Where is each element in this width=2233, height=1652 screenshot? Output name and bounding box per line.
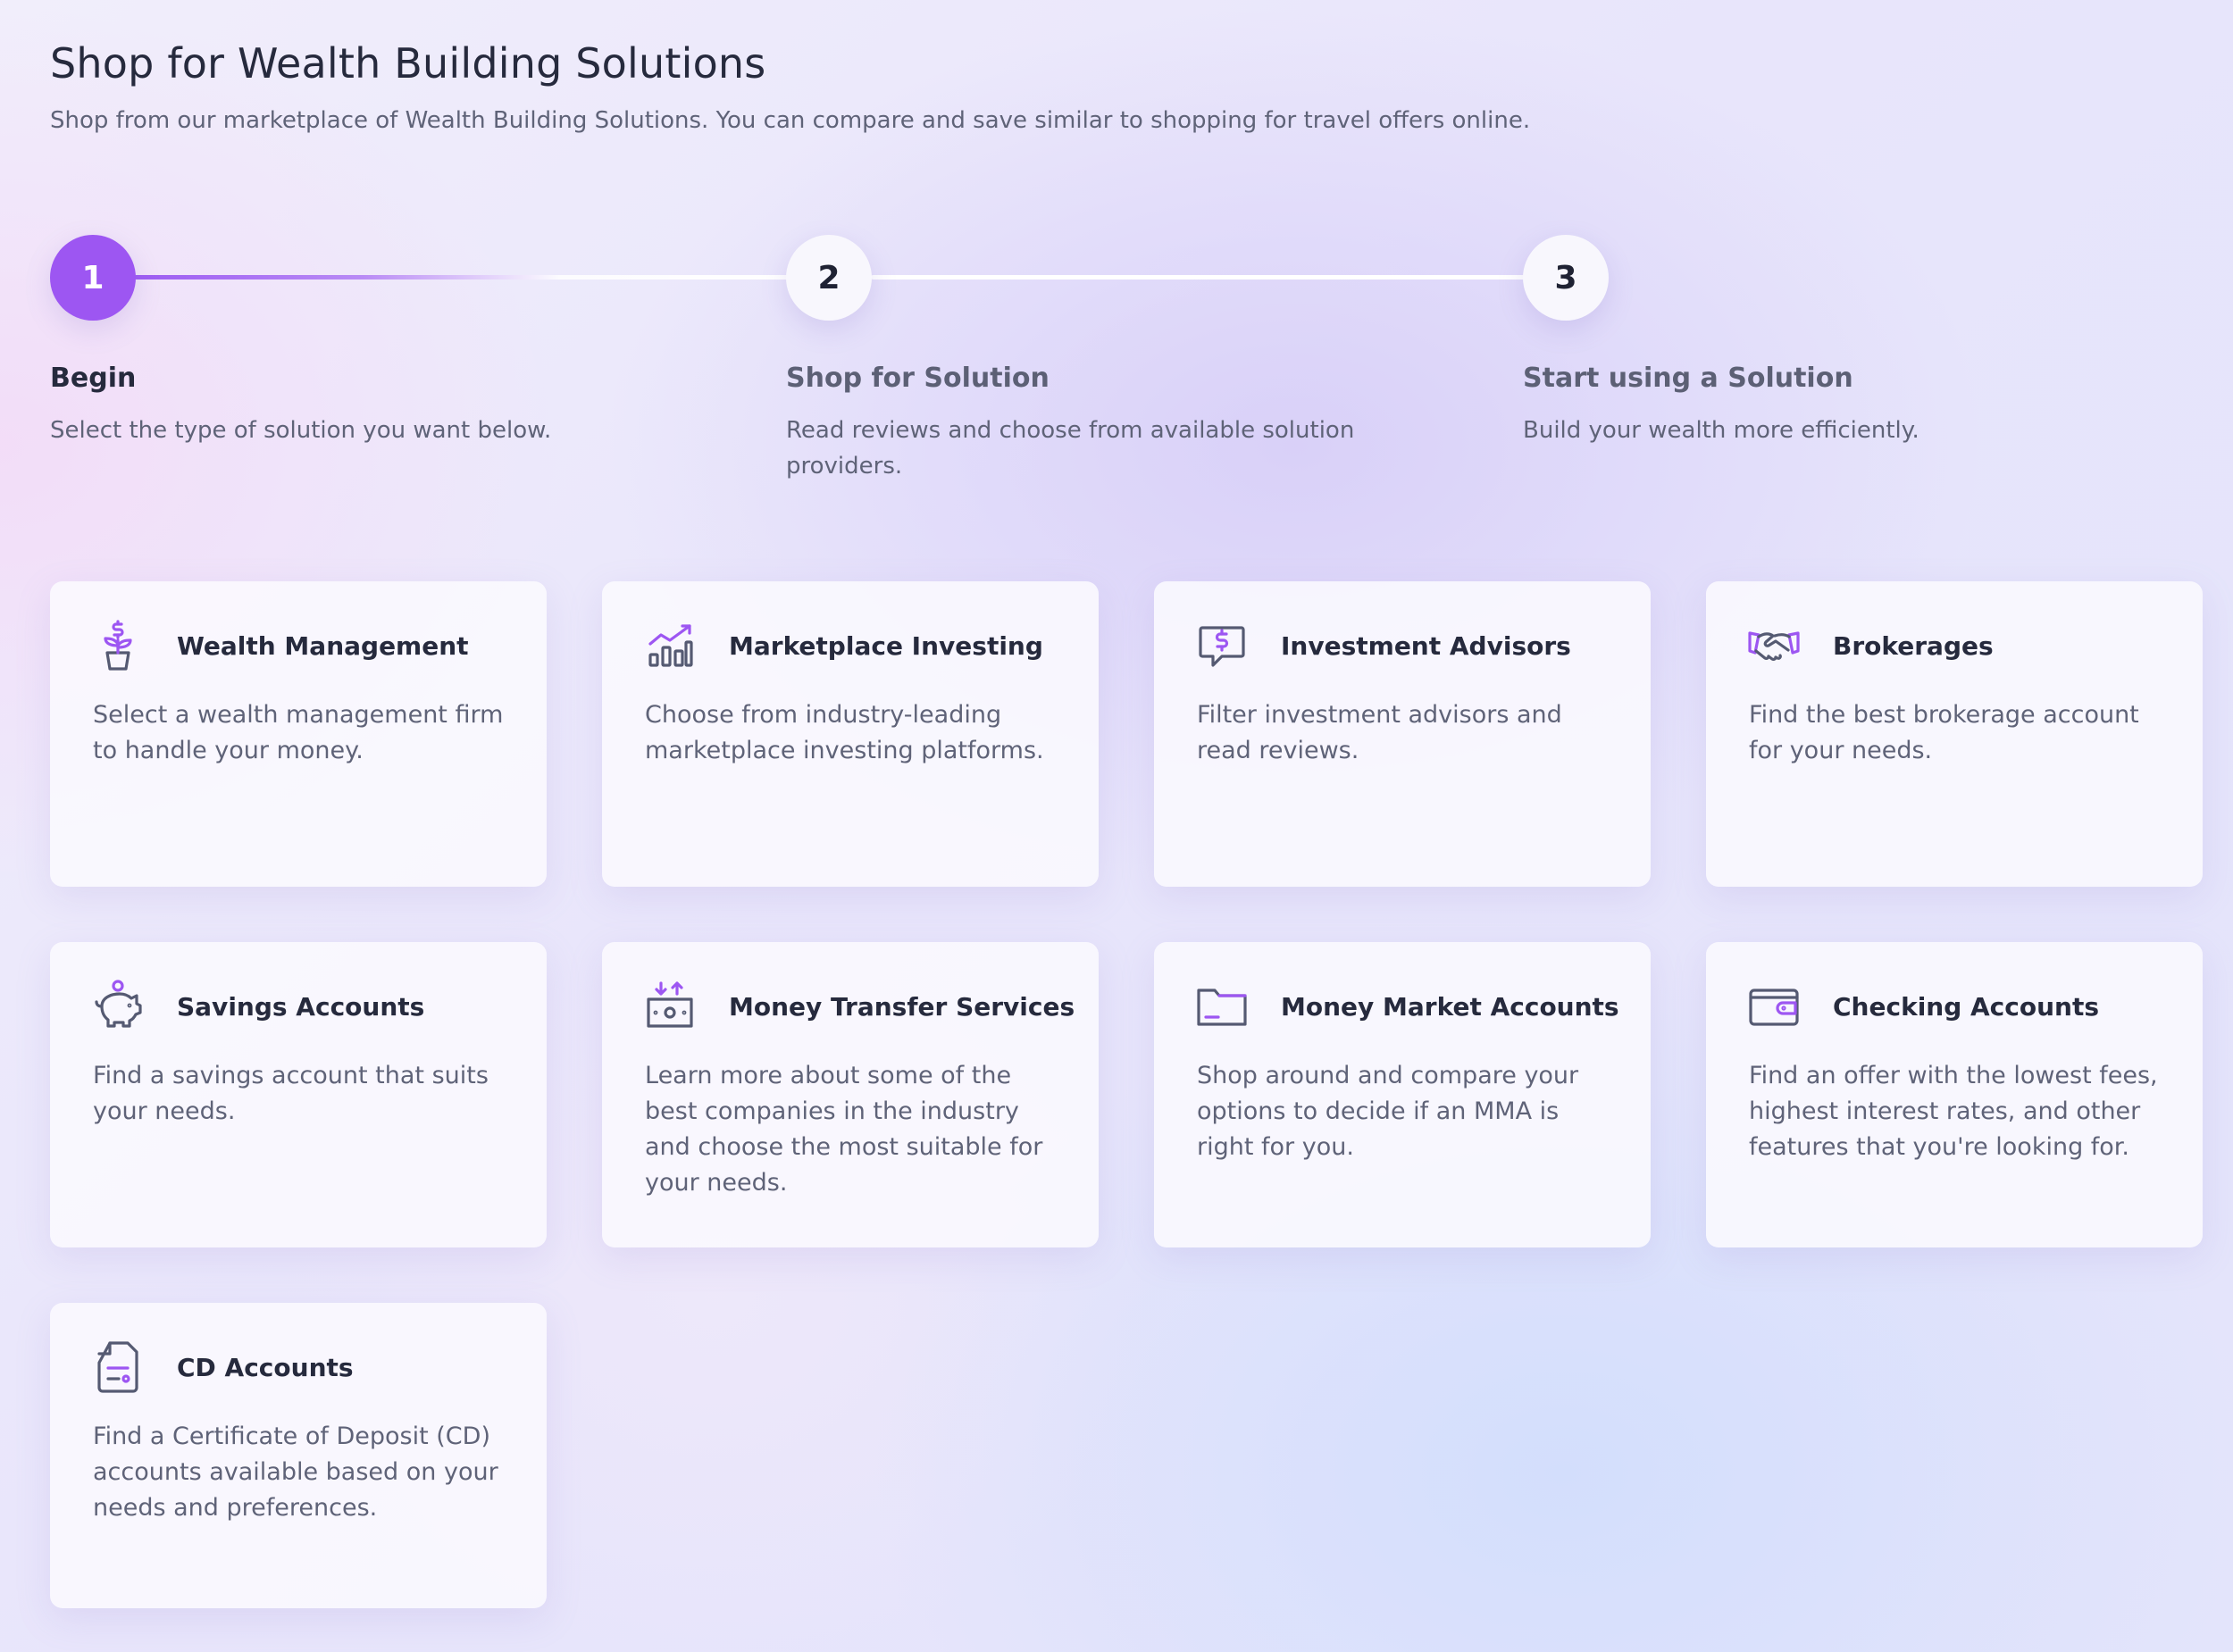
page-subtitle: Shop from our marketplace of Wealth Buil…: [50, 107, 1531, 134]
solution-card-money-transfer-services[interactable]: Money Transfer Services Learn more about…: [602, 942, 1099, 1247]
step-1-description: Select the type of solution you want bel…: [50, 417, 552, 444]
step-connector-1: [134, 275, 790, 280]
card-description: Find a savings account that suits your n…: [93, 1062, 489, 1125]
card-description: Shop around and compare your options to …: [1197, 1062, 1579, 1161]
handshake-icon: [1747, 619, 1801, 672]
step-2-title: Shop for Solution: [786, 363, 1050, 394]
solution-card-wealth-management[interactable]: Wealth Management Select a wealth manage…: [50, 581, 547, 887]
solution-card-brokerages[interactable]: Brokerages Find the best brokerage accou…: [1706, 581, 2203, 887]
card-title: Money Transfer Services: [729, 992, 1075, 1022]
card-description: Select a wealth management firm to handl…: [93, 701, 504, 764]
solution-card-money-market-accounts[interactable]: Money Market Accounts Shop around and co…: [1154, 942, 1651, 1247]
card-title: Wealth Management: [177, 631, 469, 661]
step-2-circle[interactable]: 2: [786, 235, 872, 321]
piggy-bank-icon: [91, 980, 145, 1033]
document-settings-icon: [91, 1340, 145, 1394]
bar-chart-trend-icon: [643, 619, 697, 672]
card-description: Find a Certificate of Deposit (CD) accou…: [93, 1423, 498, 1522]
step-3-description: Build your wealth more efficiently.: [1523, 417, 1919, 444]
plant-dollar-icon: [91, 619, 145, 672]
money-transfer-icon: [643, 980, 697, 1033]
folder-icon: [1195, 980, 1249, 1033]
card-title: CD Accounts: [177, 1353, 354, 1382]
solution-card-savings-accounts[interactable]: Savings Accounts Find a savings account …: [50, 942, 547, 1247]
card-title: Marketplace Investing: [729, 631, 1043, 661]
card-description: Find the best brokerage account for your…: [1749, 701, 2139, 764]
card-title: Savings Accounts: [177, 992, 425, 1022]
step-connector-2: [871, 275, 1527, 280]
solution-card-investment-advisors[interactable]: Investment Advisors Filter investment ad…: [1154, 581, 1651, 887]
wallet-icon: [1747, 980, 1801, 1033]
step-3-circle[interactable]: 3: [1523, 235, 1609, 321]
card-title: Brokerages: [1833, 631, 1994, 661]
solution-card-marketplace-investing[interactable]: Marketplace Investing Choose from indust…: [602, 581, 1099, 887]
page: Shop for Wealth Building Solutions Shop …: [0, 0, 2233, 1652]
card-description: Choose from industry-leading marketplace…: [645, 701, 1044, 764]
card-description: Find an offer with the lowest fees, high…: [1749, 1062, 2158, 1161]
step-1-circle[interactable]: 1: [50, 235, 136, 321]
card-title: Checking Accounts: [1833, 992, 2100, 1022]
solution-card-checking-accounts[interactable]: Checking Accounts Find an offer with the…: [1706, 942, 2203, 1247]
card-title: Money Market Accounts: [1281, 992, 1619, 1022]
card-description: Learn more about some of the best compan…: [645, 1062, 1043, 1197]
step-3-title: Start using a Solution: [1523, 363, 1853, 394]
step-1-title: Begin: [50, 363, 137, 394]
page-title: Shop for Wealth Building Solutions: [50, 39, 766, 88]
solution-card-cd-accounts[interactable]: CD Accounts Find a Certificate of Deposi…: [50, 1303, 547, 1608]
chat-dollar-icon: [1195, 619, 1249, 672]
card-title: Investment Advisors: [1281, 631, 1571, 661]
card-description: Filter investment advisors and read revi…: [1197, 701, 1562, 764]
step-2-description: Read reviews and choose from available s…: [786, 417, 1355, 480]
